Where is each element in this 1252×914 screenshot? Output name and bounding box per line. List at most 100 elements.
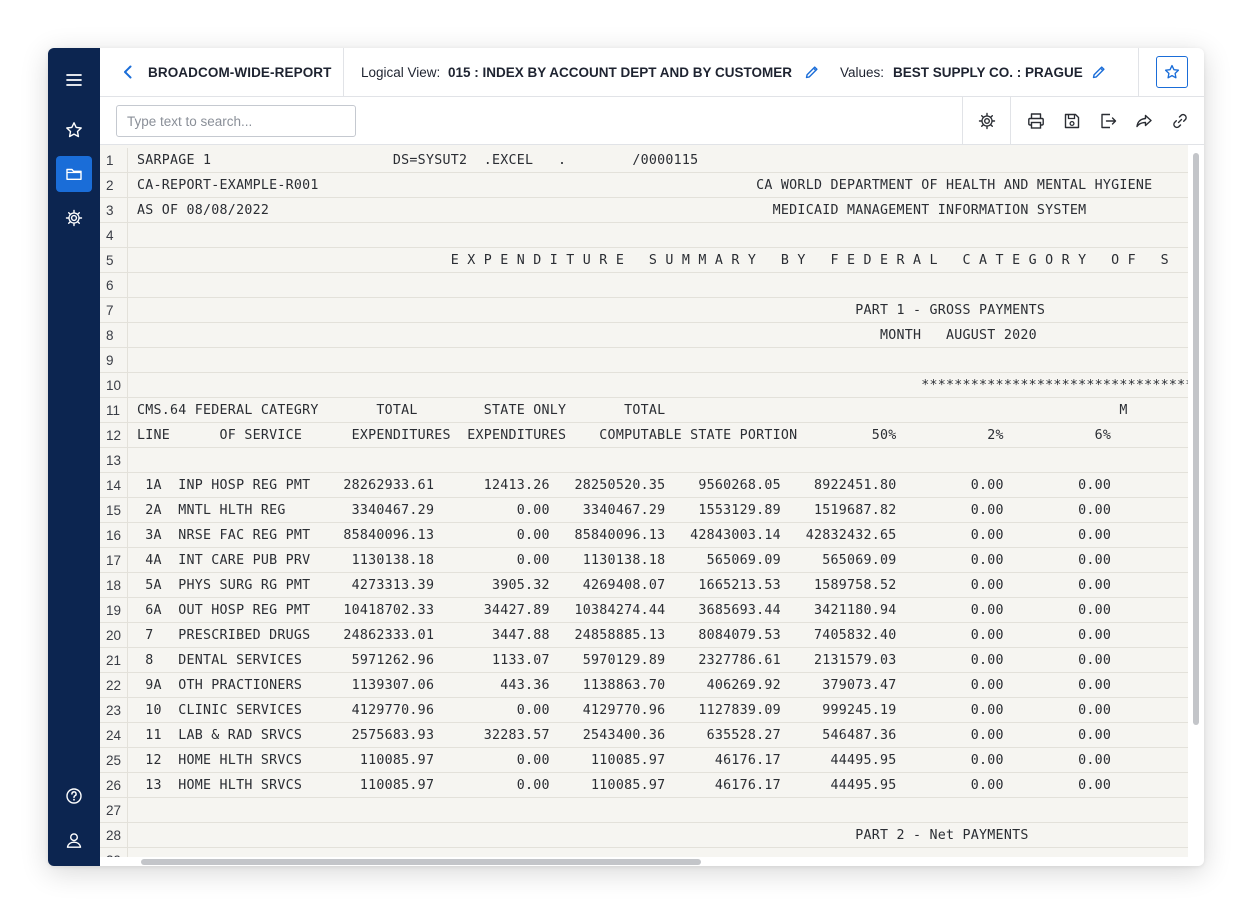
user-icon [66, 833, 82, 848]
report-line: 26 13 HOME HLTH SRVCS 110085.97 0.00 110… [100, 773, 1188, 798]
share-button[interactable] [1134, 111, 1154, 131]
report-viewer[interactable]: 1 SARPAGE 1 DS=SYSUT2 .EXCEL . /0000115 2 C… [100, 145, 1188, 857]
report-line: 27 [100, 798, 1188, 823]
profile-nav-button[interactable] [56, 822, 92, 858]
line-text: 3A NRSE FAC REG PMT 85840096.13 0.00 858… [137, 528, 1112, 543]
report-line: 10 *************************************… [100, 373, 1188, 398]
report-line: 6 [100, 273, 1188, 298]
report-line: 21 8 DENTAL SERVICES 5971262.96 1133.07 … [100, 648, 1188, 673]
app-window: BROADCOM-WIDE-REPORT Logical View: 015 :… [48, 48, 1204, 866]
report-toolbar [100, 97, 1204, 145]
horizontal-scrollbar[interactable] [100, 857, 1188, 866]
line-number: 12 [100, 423, 128, 448]
folder-icon [66, 168, 82, 180]
report-line: 2 CA-REPORT-EXAMPLE-R001 CA WORLD DEPARTM… [100, 173, 1188, 198]
line-number: 7 [100, 298, 128, 323]
line-text: 13 HOME HLTH SRVCS 110085.97 0.00 110085… [137, 778, 1112, 793]
report-line: 24 11 LAB & RAD SRVCS 2575683.93 32283.5… [100, 723, 1188, 748]
line-text: 9A OTH PRACTIONERS 1139307.06 443.36 113… [137, 678, 1112, 693]
gear-icon [978, 112, 996, 130]
menu-button[interactable] [56, 62, 92, 98]
display-settings-button[interactable] [977, 111, 997, 131]
report-line: 15 2A MNTL HLTH REG 3340467.29 0.00 3340… [100, 498, 1188, 523]
line-number: 28 [100, 823, 128, 848]
line-number: 29 [100, 848, 128, 857]
line-number: 9 [100, 348, 128, 373]
favorite-button[interactable] [1156, 56, 1188, 88]
vertical-scrollbar[interactable] [1188, 145, 1204, 857]
printer-icon [1028, 113, 1044, 129]
line-text: CMS.64 FEDERAL CATEGRY TOTAL STATE ONLY … [137, 403, 1128, 418]
line-number: 17 [100, 548, 128, 573]
report-line: 5 E X P E N D I T U R E S U M M A R Y B … [100, 248, 1188, 273]
line-text: ****************************************… [137, 378, 1188, 393]
line-text: 12 HOME HLTH SRVCS 110085.97 0.00 110085… [137, 753, 1112, 768]
line-text: PART 2 - Net PAYMENTS [137, 828, 1029, 843]
line-number: 24 [100, 723, 128, 748]
report-line: 12 LINE OF SERVICE EXPENDITURES EXPENDITU… [100, 423, 1188, 448]
line-text: 10 CLINIC SERVICES 4129770.96 0.00 41297… [137, 703, 1112, 718]
vertical-scroll-thumb[interactable] [1193, 153, 1199, 725]
settings-nav-button[interactable] [56, 200, 92, 236]
logical-view-label: Logical View: [361, 65, 441, 80]
report-header: BROADCOM-WIDE-REPORT Logical View: 015 :… [100, 48, 1204, 97]
header-divider [1138, 48, 1139, 97]
line-text: LINE OF SERVICE EXPENDITURES EXPENDITURE… [137, 428, 1112, 443]
report-line: 8 MONTH AUGUST 2020 [100, 323, 1188, 348]
edit-values-button[interactable] [1091, 64, 1107, 80]
help-nav-button[interactable] [56, 778, 92, 814]
report-title: BROADCOM-WIDE-REPORT [148, 65, 332, 80]
line-text: E X P E N D I T U R E S U M M A R Y B Y … [137, 253, 1169, 268]
report-line: 23 10 CLINIC SERVICES 4129770.96 0.00 41… [100, 698, 1188, 723]
link-icon [1173, 113, 1187, 129]
line-number: 10 [100, 373, 128, 398]
reports-nav-button[interactable] [56, 156, 92, 192]
report-line: 7 PART 1 - GROSS PAYMENTS [100, 298, 1188, 323]
line-text: AS OF 08/08/2022 MEDICAID MANAGEMENT INF… [137, 203, 1087, 218]
line-text: 11 LAB & RAD SRVCS 2575683.93 32283.57 2… [137, 728, 1112, 743]
report-line: 18 5A PHYS SURG RG PMT 4273313.39 3905.3… [100, 573, 1188, 598]
save-icon [1064, 113, 1080, 129]
pencil-icon [1092, 66, 1105, 79]
line-number: 8 [100, 323, 128, 348]
save-button[interactable] [1062, 111, 1082, 131]
values-value: BEST SUPPLY CO. : PRAGUE [893, 65, 1083, 80]
line-number: 15 [100, 498, 128, 523]
star-icon [66, 122, 82, 138]
line-number: 25 [100, 748, 128, 773]
line-text: 6A OUT HOSP REG PMT 10418702.33 34427.89… [137, 603, 1112, 618]
print-button[interactable] [1026, 111, 1046, 131]
horizontal-scroll-thumb[interactable] [141, 859, 701, 865]
line-text: 7 PRESCRIBED DRUGS 24862333.01 3447.88 2… [137, 628, 1112, 643]
values-label: Values: [840, 65, 885, 80]
report-line: 13 [100, 448, 1188, 473]
left-nav-rail [48, 48, 100, 866]
line-number: 27 [100, 798, 128, 823]
line-text: 4A INT CARE PUB PRV 1130138.18 0.00 1130… [137, 553, 1112, 568]
back-button[interactable] [120, 64, 136, 80]
report-line: 20 7 PRESCRIBED DRUGS 24862333.01 3447.8… [100, 623, 1188, 648]
export-button[interactable] [1098, 111, 1118, 131]
pencil-icon [805, 66, 818, 79]
line-number: 22 [100, 673, 128, 698]
line-number: 19 [100, 598, 128, 623]
line-number: 23 [100, 698, 128, 723]
search-input[interactable] [116, 105, 356, 137]
line-text: PART 1 - GROSS PAYMENTS [137, 303, 1046, 318]
line-number: 20 [100, 623, 128, 648]
line-number: 26 [100, 773, 128, 798]
line-text: 8 DENTAL SERVICES 5971262.96 1133.07 597… [137, 653, 1112, 668]
report-line: 28 PART 2 - Net PAYMENTS [100, 823, 1188, 848]
header-divider [343, 48, 344, 97]
help-icon [66, 788, 82, 804]
toolbar-divider [962, 97, 963, 145]
report-line: 4 [100, 223, 1188, 248]
gear-icon [65, 209, 83, 227]
edit-logical-view-button[interactable] [804, 64, 820, 80]
favorites-nav-button[interactable] [56, 112, 92, 148]
report-line: 3 AS OF 08/08/2022 MEDICAID MANAGEMENT IN… [100, 198, 1188, 223]
export-icon [1101, 113, 1117, 129]
copy-link-button[interactable] [1170, 111, 1190, 131]
report-line: 25 12 HOME HLTH SRVCS 110085.97 0.00 110… [100, 748, 1188, 773]
line-number: 3 [100, 198, 128, 223]
